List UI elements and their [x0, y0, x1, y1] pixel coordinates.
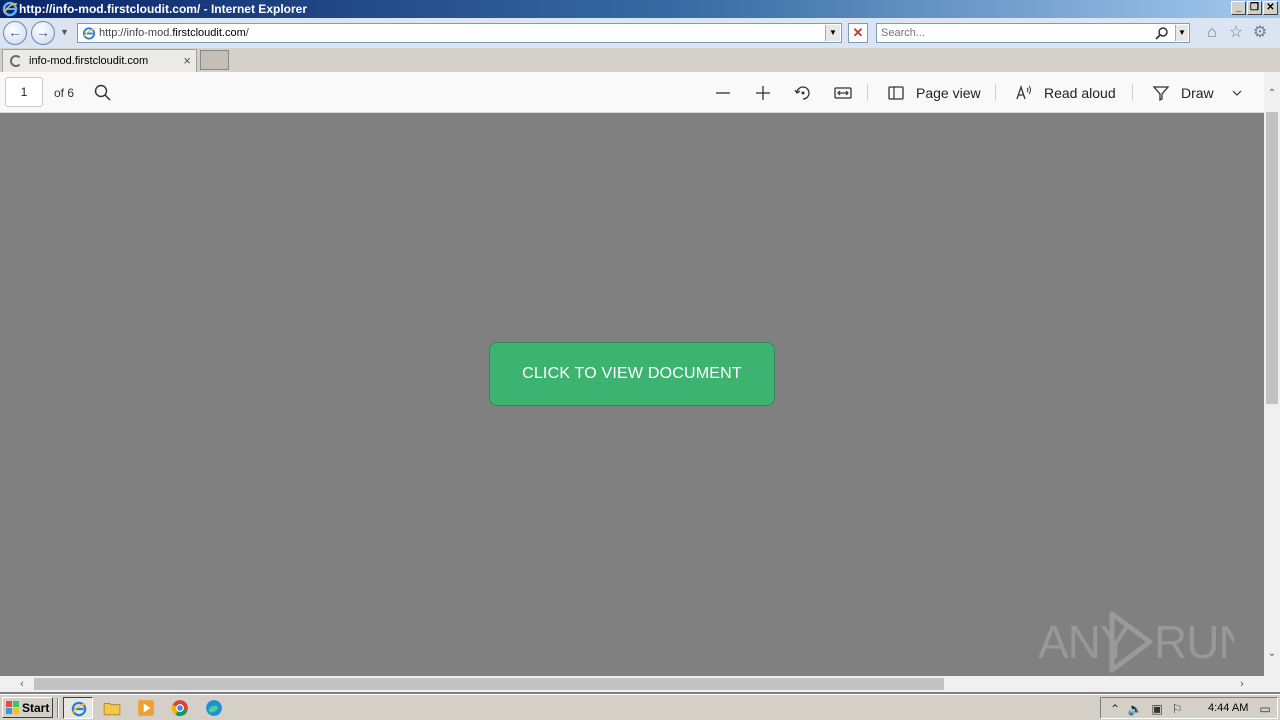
new-tab-button[interactable]	[200, 50, 229, 70]
page-view-button[interactable]: Page view	[916, 85, 981, 101]
media-player-icon	[138, 700, 154, 716]
address-dropdown-icon[interactable]: ▼	[825, 25, 840, 41]
taskbar-edge[interactable]	[199, 697, 229, 719]
horizontal-scroll-thumb[interactable]	[34, 678, 944, 690]
browser-tab[interactable]: info-mod.firstcloudit.com ×	[2, 49, 197, 72]
taskbar-divider	[57, 698, 59, 718]
fit-to-width-icon[interactable]	[833, 83, 853, 103]
taskbar-file-explorer[interactable]	[97, 697, 127, 719]
folder-icon	[103, 703, 121, 716]
action-center-flag-icon[interactable]: ⚐	[1169, 701, 1185, 717]
recent-pages-dropdown-icon[interactable]: ▼	[60, 27, 69, 37]
address-url[interactable]: http://info-mod.firstcloudit.com/	[99, 27, 249, 39]
window-title-bar: http://info-mod.firstcloudit.com/ - Inte…	[0, 0, 1280, 18]
zoom-in-icon[interactable]	[753, 83, 773, 103]
settings-gear-icon[interactable]: ⚙	[1251, 24, 1269, 42]
home-icon[interactable]: ⌂	[1203, 24, 1221, 42]
window-title: http://info-mod.firstcloudit.com/ - Inte…	[19, 2, 307, 16]
toolbar-divider	[867, 84, 868, 101]
read-aloud-icon[interactable]	[1014, 83, 1034, 103]
minimize-button[interactable]: _	[1231, 1, 1246, 15]
taskbar-chrome[interactable]	[165, 697, 195, 719]
draw-pen-icon[interactable]	[1151, 83, 1171, 103]
scroll-up-arrow-icon[interactable]: ⌃	[1264, 86, 1280, 102]
back-arrow-icon: ←	[8, 24, 22, 40]
forward-arrow-icon: →	[36, 24, 50, 40]
stop-button[interactable]: ✕	[848, 23, 868, 43]
start-button[interactable]: Start	[2, 697, 53, 718]
page-view-icon[interactable]	[886, 83, 906, 103]
network-icon[interactable]: ▣	[1149, 701, 1165, 717]
scroll-left-arrow-icon[interactable]: ‹	[14, 676, 30, 692]
scroll-right-arrow-icon[interactable]: ›	[1234, 676, 1250, 692]
back-button[interactable]: ←	[3, 21, 27, 45]
internet-explorer-icon	[71, 701, 87, 717]
find-search-icon[interactable]	[93, 83, 113, 103]
close-x-icon: ✕	[852, 25, 864, 40]
loading-spinner-icon	[10, 55, 22, 67]
zoom-out-icon[interactable]	[713, 83, 733, 103]
site-ie-icon	[82, 27, 96, 40]
search-icon[interactable]	[1155, 26, 1169, 40]
rotate-icon[interactable]	[793, 83, 813, 103]
chevron-down-icon[interactable]	[1227, 83, 1247, 103]
chrome-icon	[171, 700, 188, 717]
draw-button[interactable]: Draw	[1181, 85, 1214, 101]
start-label: Start	[22, 701, 50, 715]
close-button[interactable]: ✕	[1263, 1, 1278, 15]
navigation-bar: ← → ▼ http://info-mod.firstcloudit.com/ …	[0, 18, 1280, 48]
clock[interactable]: 4:44 AM	[1208, 702, 1248, 714]
pdf-toolbar: of 6 Page view Read aloud Draw	[0, 72, 1264, 113]
show-desktop-icon[interactable]: ▭	[1257, 701, 1273, 717]
forward-button[interactable]: →	[31, 21, 55, 45]
tab-bar: info-mod.firstcloudit.com ×	[0, 48, 1280, 72]
view-document-button[interactable]: CLICK TO VIEW DOCUMENT	[489, 342, 775, 406]
tab-label: info-mod.firstcloudit.com	[29, 55, 149, 67]
toolbar-divider	[1132, 84, 1133, 101]
volume-icon[interactable]: 🔈	[1127, 701, 1143, 717]
internet-explorer-icon	[2, 1, 18, 17]
page-number-input[interactable]	[5, 77, 43, 107]
anyrun-watermark-logo: ANY RUN	[1038, 611, 1234, 673]
edge-icon	[206, 700, 222, 716]
search-input[interactable]	[881, 26, 1151, 40]
svg-text:ANY: ANY	[1038, 616, 1130, 668]
address-bar[interactable]: http://info-mod.firstcloudit.com/ ▼	[77, 23, 842, 43]
vertical-scrollbar[interactable]: ⌃ ⌄	[1264, 72, 1280, 676]
taskbar: Start ⌃ 🔈 ▣ ⚐ 4:44 AM ▭	[0, 694, 1280, 720]
page-count: of 6	[54, 86, 75, 100]
windows-logo-icon	[6, 701, 19, 714]
scroll-down-arrow-icon[interactable]: ⌄	[1264, 646, 1280, 662]
tab-close-icon[interactable]: ×	[183, 53, 191, 68]
system-tray: ⌃ 🔈 ▣ ⚐ 4:44 AM ▭	[1100, 697, 1278, 719]
restore-button[interactable]: ❐	[1247, 1, 1262, 15]
taskbar-internet-explorer[interactable]	[63, 697, 93, 719]
favorites-star-icon[interactable]: ☆	[1227, 24, 1245, 42]
horizontal-scrollbar[interactable]: ‹ ›	[0, 676, 1280, 692]
vertical-scroll-thumb[interactable]	[1266, 112, 1278, 404]
search-dropdown-icon[interactable]: ▼	[1175, 25, 1188, 41]
read-aloud-button[interactable]: Read aloud	[1044, 85, 1116, 101]
svg-text:RUN: RUN	[1154, 616, 1234, 668]
search-box[interactable]: ▼	[876, 23, 1190, 43]
document-viewer: CLICK TO VIEW DOCUMENT ANY RUN	[0, 114, 1264, 676]
toolbar-divider	[995, 84, 996, 101]
taskbar-media-player[interactable]	[131, 697, 161, 719]
show-hidden-icons-arrow-icon[interactable]: ⌃	[1107, 701, 1123, 717]
